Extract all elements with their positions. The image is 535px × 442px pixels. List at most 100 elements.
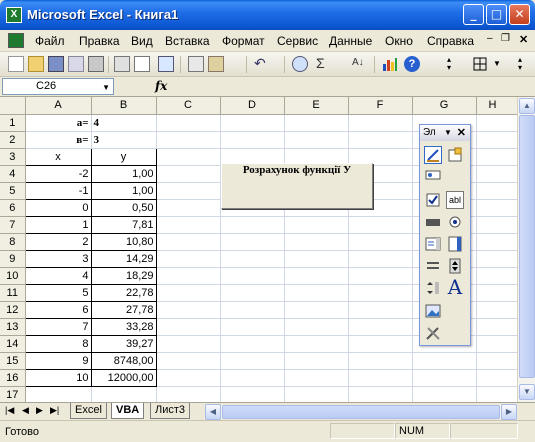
row-header[interactable]: 8	[0, 233, 26, 251]
autosum-icon[interactable]: Σ	[316, 56, 332, 72]
cell[interactable]	[220, 369, 285, 387]
excel-app-icon[interactable]: X	[6, 7, 22, 23]
cell[interactable]	[156, 233, 221, 251]
cell[interactable]	[284, 267, 349, 285]
permission-icon[interactable]	[68, 56, 84, 72]
new-icon[interactable]	[8, 56, 24, 72]
button-tool-icon[interactable]	[424, 213, 442, 231]
cell-b[interactable]: 18,29	[90, 266, 157, 285]
cell-b[interactable]: y	[90, 147, 157, 166]
cell[interactable]	[156, 335, 221, 353]
open-icon[interactable]	[28, 56, 44, 72]
properties-icon[interactable]	[446, 146, 464, 164]
scroll-up-icon[interactable]: ▲	[519, 98, 535, 114]
cell[interactable]	[156, 148, 221, 166]
cell[interactable]	[476, 199, 518, 217]
cell[interactable]	[220, 267, 285, 285]
cell[interactable]	[476, 165, 518, 183]
cell[interactable]	[156, 386, 221, 404]
hyperlink-icon[interactable]	[292, 56, 308, 72]
cell-a[interactable]: a=	[25, 114, 92, 132]
cell[interactable]	[476, 216, 518, 234]
cell[interactable]	[476, 182, 518, 200]
doc-restore-button[interactable]: ❐	[501, 33, 510, 44]
cell[interactable]	[220, 114, 285, 132]
cell-a[interactable]: -1	[24, 181, 92, 200]
row-header[interactable]: 17	[0, 386, 26, 404]
cell[interactable]	[220, 318, 285, 336]
help-icon[interactable]: ?	[404, 56, 420, 72]
row-header[interactable]: 7	[0, 216, 26, 234]
cell[interactable]	[348, 284, 413, 302]
formula-input[interactable]	[172, 78, 517, 95]
sheet-tab-excel[interactable]: Excel	[70, 403, 107, 419]
cell[interactable]	[348, 233, 413, 251]
sort-ascending-icon[interactable]: A↓	[352, 56, 368, 72]
cell[interactable]	[220, 386, 285, 404]
cell[interactable]	[284, 131, 349, 149]
cell[interactable]	[156, 182, 221, 200]
cell-a[interactable]: 6	[24, 300, 92, 319]
cell[interactable]	[220, 301, 285, 319]
label-tool-icon[interactable]	[424, 167, 442, 185]
sheet-tab-list3[interactable]: Лист3	[150, 403, 191, 419]
cell[interactable]	[284, 386, 349, 404]
column-header[interactable]: C	[156, 97, 221, 115]
cell[interactable]	[348, 318, 413, 336]
name-box[interactable]: C26 ▼	[2, 78, 114, 95]
cell[interactable]	[156, 267, 221, 285]
row-header[interactable]: 11	[0, 284, 26, 302]
cell[interactable]	[156, 165, 221, 183]
next-sheet-icon[interactable]: ▶	[36, 405, 43, 416]
cell[interactable]	[156, 216, 221, 234]
undo-icon[interactable]: ↶	[254, 56, 270, 72]
column-header[interactable]: D	[220, 97, 285, 115]
doc-minimize-button[interactable]: –	[487, 33, 493, 44]
cell[interactable]	[156, 114, 221, 132]
toolbar-options-icon-2[interactable]: ▴ ▾	[518, 56, 528, 72]
cell-a[interactable]: 10	[24, 368, 92, 387]
menu-edit[interactable]: Правка	[79, 34, 120, 48]
scroll-down-icon[interactable]: ▼	[519, 384, 535, 400]
print-preview-icon[interactable]	[134, 56, 150, 72]
row-header[interactable]: 2	[0, 131, 26, 149]
close-button[interactable]: ✕	[509, 4, 530, 25]
cell-a[interactable]: 3	[24, 249, 92, 268]
mail-icon[interactable]	[88, 56, 104, 72]
fx-icon[interactable]: fx	[155, 79, 167, 93]
cell[interactable]	[284, 301, 349, 319]
cell[interactable]	[476, 369, 518, 387]
cell[interactable]	[476, 386, 518, 404]
row-header[interactable]: 1	[0, 114, 26, 132]
column-header[interactable]: A	[25, 97, 92, 115]
cell-a[interactable]: 0	[24, 198, 92, 217]
spelling-icon[interactable]	[158, 56, 174, 72]
cell-a[interactable]: 9	[24, 351, 92, 370]
cell[interactable]	[284, 216, 349, 234]
scrollbar-tool-icon[interactable]	[424, 257, 442, 275]
cell[interactable]	[476, 114, 518, 132]
menu-help[interactable]: Справка	[427, 34, 474, 48]
toolbox-titlebar[interactable]: Эл ▼ ✕	[420, 125, 470, 141]
chart-wizard-icon[interactable]	[382, 56, 398, 72]
cell-a[interactable]: 1	[24, 215, 92, 234]
tools-icon[interactable]	[424, 324, 442, 342]
cell-b[interactable]: 39,27	[90, 334, 157, 353]
cell[interactable]	[284, 114, 349, 132]
menu-window[interactable]: Окно	[385, 34, 413, 48]
cell-b[interactable]: 4	[91, 114, 157, 132]
row-header[interactable]: 9	[0, 250, 26, 268]
scroll-thumb[interactable]	[519, 115, 535, 378]
cell[interactable]	[476, 335, 518, 353]
cell[interactable]	[348, 352, 413, 370]
cell[interactable]	[220, 284, 285, 302]
combobox-tool-icon[interactable]	[446, 235, 464, 253]
menu-file[interactable]: Файл	[35, 34, 65, 48]
cell[interactable]	[220, 131, 285, 149]
prev-sheet-icon[interactable]: ◀	[22, 405, 29, 416]
cell[interactable]	[220, 352, 285, 370]
cell[interactable]	[284, 233, 349, 251]
cell[interactable]	[476, 352, 518, 370]
menu-view[interactable]: Вид	[131, 34, 153, 48]
cell-b[interactable]: 8748,00	[90, 351, 157, 370]
